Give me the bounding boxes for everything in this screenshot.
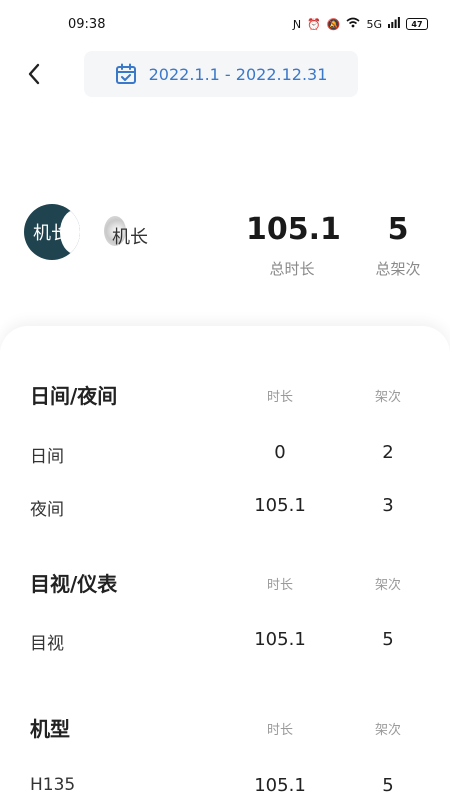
date-range-text: 2022.1.1 - 2022.12.31 (148, 64, 328, 84)
chevron-left-icon (28, 63, 40, 85)
section-day-night-title: 日间/夜间 (30, 384, 118, 408)
row-label: 日间 (30, 447, 64, 467)
top-bar: 2022.1.1 - 2022.12.31 (0, 48, 450, 104)
total-hours-stat: 105.1 总时长 (246, 210, 341, 279)
signal-icon (388, 17, 400, 31)
col-hours-header: 时长 (266, 390, 293, 405)
row-label: H135 (30, 775, 76, 795)
wifi-icon (346, 17, 360, 31)
row-flights: 5 (382, 775, 394, 796)
calendar-check-icon (115, 63, 136, 84)
section-visual-instrument-title: 目视/仪表 (30, 572, 118, 596)
row-flights: 5 (382, 629, 394, 650)
nfc-icon: Ɲ (292, 17, 302, 31)
avatar[interactable]: 机长 (24, 204, 80, 260)
signal-5g-label: 5G (366, 17, 382, 31)
stats-card: 日间/夜间 时长 架次 日间 0 2 夜间 105.1 3 目视/仪表 时长 架… (0, 326, 450, 800)
profile-summary: 机长 机长 105.1 总时长 5 总架次 (0, 190, 450, 290)
row-label: 目视 (30, 634, 64, 654)
total-hours-value: 105.1 (246, 212, 341, 247)
total-flights-label: 总架次 (375, 260, 421, 278)
row-label: 夜间 (30, 500, 64, 520)
battery-icon: 47 (406, 18, 428, 30)
row-hours: 105.1 (254, 495, 306, 516)
avatar-text: 机长 (33, 223, 69, 244)
row-hours: 105.1 (254, 629, 306, 650)
total-flights-stat: 5 总架次 (368, 210, 428, 279)
total-hours-label: 总时长 (269, 260, 315, 278)
section-aircraft-type-title: 机型 (30, 717, 70, 741)
status-bar: 09:38 Ɲ ⏰ 🔕 5G 47 (0, 0, 450, 48)
col-flights-header: 架次 (374, 723, 401, 738)
status-icons: Ɲ ⏰ 🔕 5G 47 (293, 17, 428, 31)
col-flights-header: 架次 (374, 390, 401, 405)
row-flights: 3 (382, 495, 394, 516)
col-hours-header: 时长 (266, 578, 293, 593)
total-flights-value: 5 (387, 212, 409, 247)
col-flights-header: 架次 (374, 578, 401, 593)
date-range-picker[interactable]: 2022.1.1 - 2022.12.31 (84, 51, 358, 97)
user-name: 机长 (112, 227, 148, 248)
back-button[interactable] (20, 58, 48, 90)
mute-icon: 🔕 (326, 17, 341, 31)
row-flights: 2 (382, 442, 394, 463)
row-hours: 105.1 (254, 775, 306, 796)
status-time: 09:38 (68, 16, 106, 32)
alarm-icon: ⏰ (307, 17, 321, 31)
col-hours-header: 时长 (266, 723, 293, 738)
row-hours: 0 (274, 442, 286, 463)
